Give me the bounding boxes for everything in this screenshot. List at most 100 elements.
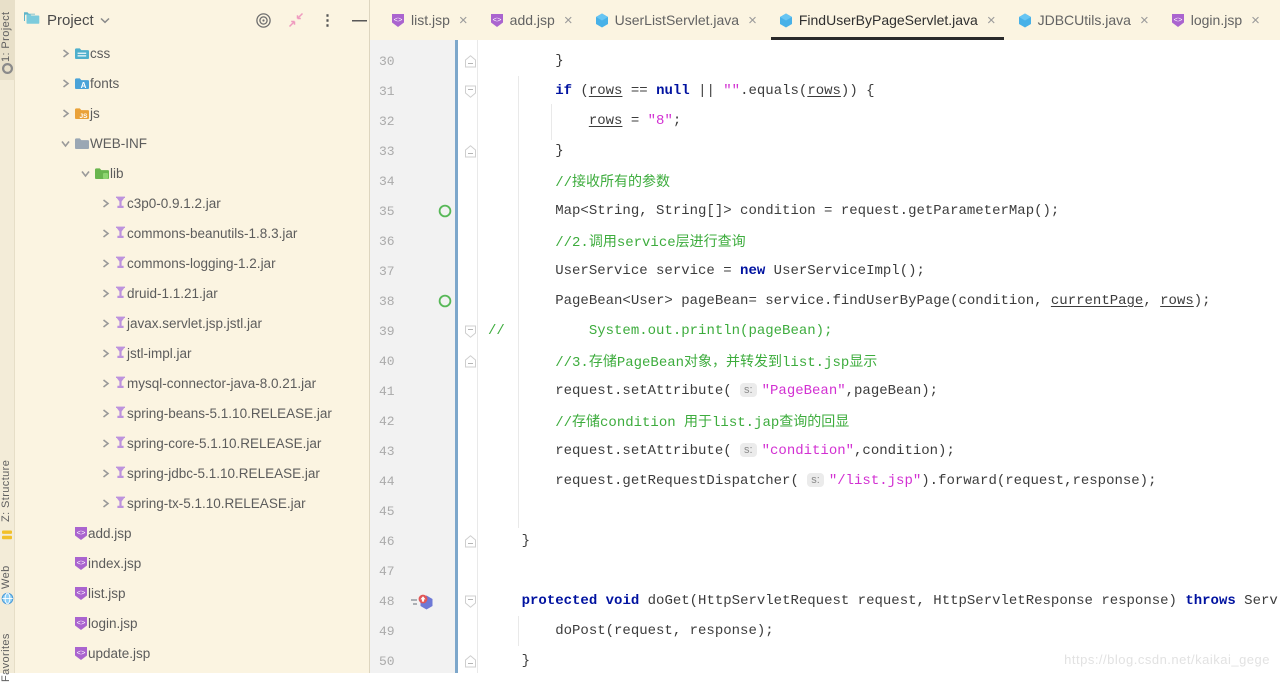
toolwindow-button-favorites[interactable]: Favorites	[0, 628, 15, 688]
fold-collapse-top-icon[interactable]	[458, 646, 482, 673]
jar-icon	[114, 256, 127, 270]
project-panel: Project ⋮ — css Afonts JS js WEB-INF lib c3p0-…	[15, 0, 370, 673]
services-icon[interactable]	[1, 528, 13, 546]
tree-item[interactable]: commons-beanutils-1.8.3.jar	[15, 218, 369, 248]
locate-icon[interactable]	[255, 12, 272, 29]
chevron-down-icon[interactable]	[60, 138, 70, 148]
chevron-right-icon[interactable]	[60, 108, 70, 118]
close-tab-icon[interactable]: ×	[748, 13, 757, 28]
tree-item[interactable]: <> list.jsp	[15, 578, 369, 608]
tree-item-label: javax.servlet.jsp.jstl.jar	[127, 315, 263, 331]
close-tab-icon[interactable]: ×	[459, 13, 468, 28]
fold-slot	[458, 196, 482, 226]
tab-jdbcutils-java[interactable]: JDBCUtils.java ×	[1007, 0, 1160, 40]
tree-item-label: WEB-INF	[90, 135, 147, 151]
close-tab-icon[interactable]: ×	[1140, 13, 1149, 28]
fold-collapse-bottom-icon[interactable]	[458, 316, 482, 346]
tree-item[interactable]: javax.servlet.jsp.jstl.jar	[15, 308, 369, 338]
collapse-all-icon[interactable]	[287, 12, 304, 29]
tree-item[interactable]: WEB-INF	[15, 128, 369, 158]
override-method-icon[interactable]	[410, 593, 435, 615]
close-tab-icon[interactable]: ×	[1251, 13, 1260, 28]
line-number: 31	[379, 83, 395, 99]
tree-item[interactable]: spring-beans-5.1.10.RELEASE.jar	[15, 398, 369, 428]
toolwindow-button-project[interactable]: 1: Project	[0, 6, 15, 68]
tab-userlistservlet-java[interactable]: UserListServlet.java ×	[584, 0, 768, 40]
tree-item-label: commons-logging-1.2.jar	[127, 255, 276, 271]
chevron-right-icon[interactable]	[100, 258, 110, 268]
chevron-right-icon[interactable]	[100, 408, 110, 418]
tree-item[interactable]: <> add.jsp	[15, 518, 369, 548]
tree-item-label: mysql-connector-java-8.0.21.jar	[127, 375, 317, 391]
jsp-icon: <>	[74, 616, 88, 631]
chevron-down-icon[interactable]	[80, 168, 90, 178]
tab-finduserbypageservlet-java[interactable]: FindUserByPageServlet.java ×	[768, 0, 1007, 40]
globe-icon[interactable]	[1, 592, 14, 610]
more-options-icon[interactable]: ⋮	[319, 12, 336, 29]
toolwindow-button-structure[interactable]: Z: Structure	[0, 455, 15, 527]
code-text: //3.存储PageBean对象，并转发到list.jsp显示	[555, 355, 878, 371]
gutter-circle-icon[interactable]	[438, 204, 452, 223]
chevron-right-icon[interactable]	[100, 348, 110, 358]
tree-item[interactable]: druid-1.1.21.jar	[15, 278, 369, 308]
tree-item[interactable]: JS js	[15, 98, 369, 128]
tree-item[interactable]: spring-core-5.1.10.RELEASE.jar	[15, 428, 369, 458]
tab-list-jsp[interactable]: <> list.jsp ×	[380, 0, 479, 40]
gutter-circle-icon[interactable]	[438, 294, 452, 313]
close-tab-icon[interactable]: ×	[987, 13, 996, 28]
chevron-right-icon[interactable]	[100, 228, 110, 238]
line-number: 50	[379, 653, 395, 669]
tree-item[interactable]: <> login.jsp	[15, 608, 369, 638]
chevron-right-icon[interactable]	[100, 288, 110, 298]
code-text: request.setAttribute( s: "condition",cond…	[488, 443, 955, 459]
code-line: 35 Map<String, String[]> condition = req…	[370, 196, 1280, 226]
tree-item[interactable]: mysql-connector-java-8.0.21.jar	[15, 368, 369, 398]
fold-collapse-top-icon[interactable]	[458, 136, 482, 166]
chevron-right-icon[interactable]	[100, 438, 110, 448]
folder-js-icon: JS	[74, 107, 90, 120]
chevron-right-icon[interactable]	[100, 468, 110, 478]
chevron-right-icon[interactable]	[100, 198, 110, 208]
tree-item[interactable]: c3p0-0.9.1.2.jar	[15, 188, 369, 218]
code-editor[interactable]: 30 } 31 if (rows == null || "".equals(row…	[370, 40, 1280, 673]
line-number: 33	[379, 143, 395, 159]
toolwindow-button-web[interactable]: Web	[0, 563, 15, 591]
fold-collapse-top-icon[interactable]	[458, 46, 482, 76]
tab-label: FindUserByPageServlet.java	[798, 12, 978, 28]
fold-slot	[458, 466, 482, 496]
chevron-right-icon[interactable]	[100, 378, 110, 388]
fold-collapse-bottom-icon[interactable]	[458, 586, 482, 616]
chevron-right-icon[interactable]	[100, 498, 110, 508]
tree-item[interactable]: <> index.jsp	[15, 548, 369, 578]
code-line: 34 //接收所有的参数	[370, 166, 1280, 196]
tab-login-jsp[interactable]: <> login.jsp ×	[1160, 0, 1271, 40]
code-line: 44 request.getRequestDispatcher( s: "/lis…	[370, 466, 1280, 496]
tree-item[interactable]: lib	[15, 158, 369, 188]
project-panel-title[interactable]: Project	[47, 12, 94, 29]
close-tab-icon[interactable]: ×	[564, 13, 573, 28]
fold-collapse-bottom-icon[interactable]	[458, 76, 482, 106]
tree-item[interactable]: commons-logging-1.2.jar	[15, 248, 369, 278]
chevron-placeholder	[60, 618, 70, 628]
tree-item[interactable]: Afonts	[15, 68, 369, 98]
chevron-right-icon[interactable]	[60, 78, 70, 88]
fold-collapse-top-icon[interactable]	[458, 526, 482, 556]
tree-item[interactable]: <> update.jsp	[15, 638, 369, 668]
chevron-right-icon[interactable]	[100, 318, 110, 328]
jar-icon	[114, 466, 127, 480]
tab-check[interactable]: Check×	[1271, 0, 1280, 40]
tree-item[interactable]: css	[15, 38, 369, 68]
tree-item[interactable]: spring-tx-5.1.10.RELEASE.jar	[15, 488, 369, 518]
hide-panel-icon[interactable]: —	[351, 12, 368, 29]
svg-text:<>: <>	[1173, 16, 1183, 24]
tab-label: list.jsp	[411, 12, 450, 28]
tree-item[interactable]: spring-jdbc-5.1.10.RELEASE.jar	[15, 458, 369, 488]
tab-add-jsp[interactable]: <> add.jsp ×	[479, 0, 584, 40]
chevron-right-icon[interactable]	[60, 48, 70, 58]
tree-item-label: spring-beans-5.1.10.RELEASE.jar	[127, 405, 332, 421]
line-number: 37	[379, 263, 395, 279]
fold-collapse-top-icon[interactable]	[458, 346, 482, 376]
chevron-down-icon[interactable]	[100, 11, 110, 29]
ring-icon[interactable]	[1, 62, 14, 80]
tree-item[interactable]: jstl-impl.jar	[15, 338, 369, 368]
